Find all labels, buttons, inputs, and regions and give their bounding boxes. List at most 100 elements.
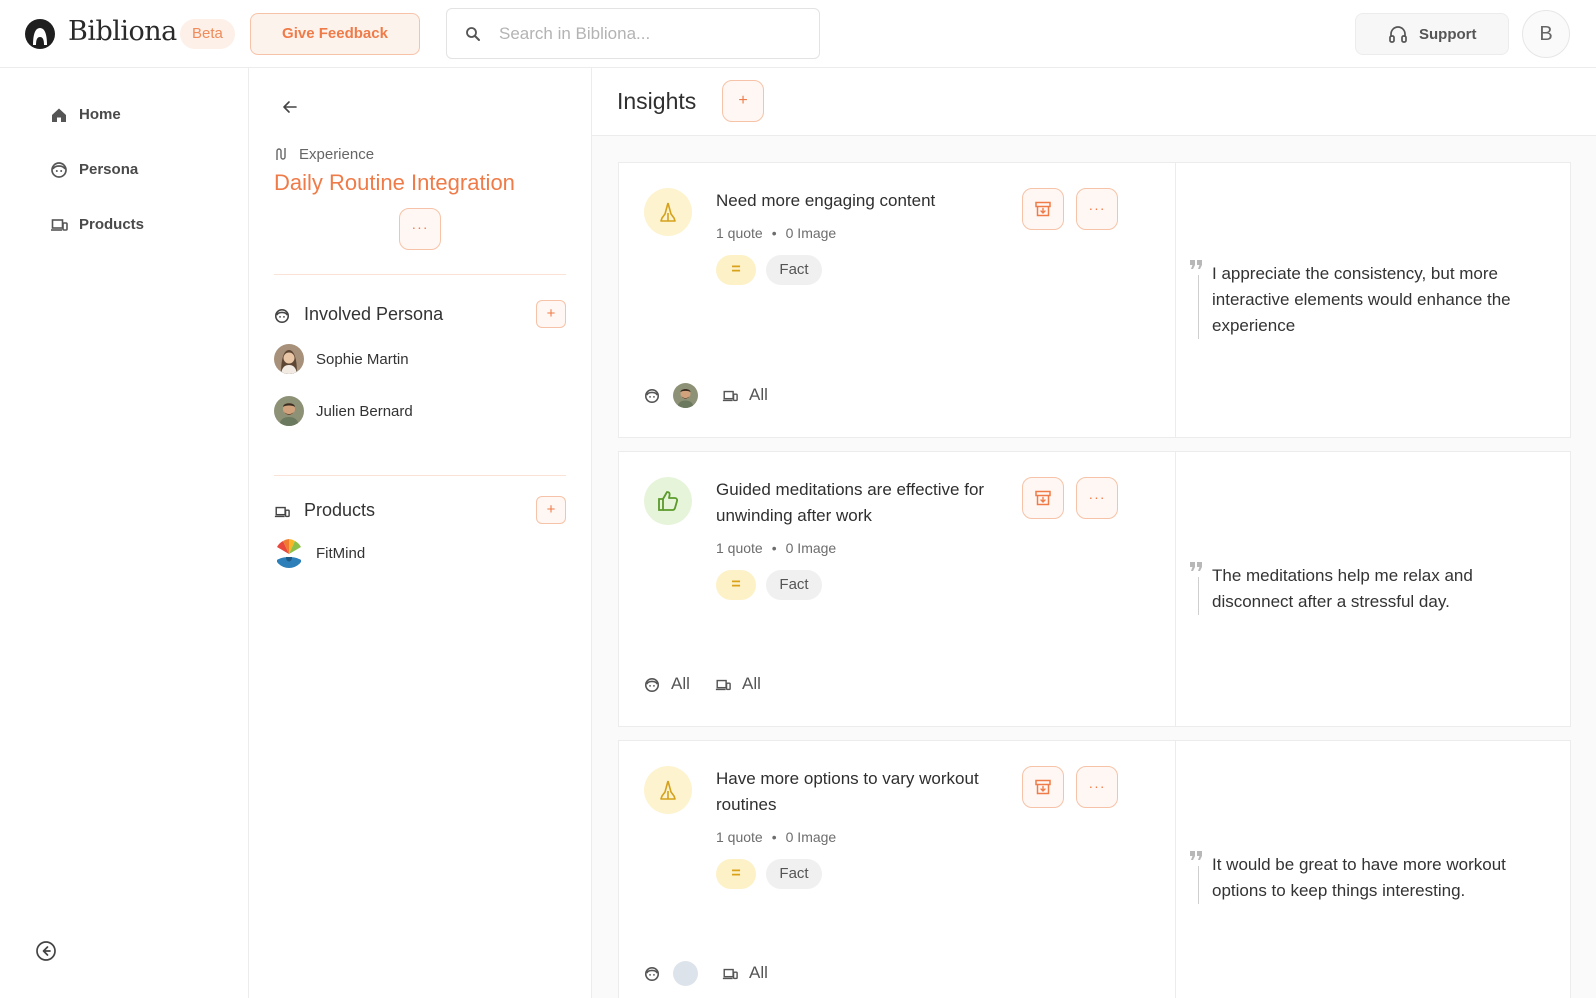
search-icon bbox=[466, 27, 480, 41]
quote-icon bbox=[1190, 562, 1202, 571]
sidebar-item-label: Home bbox=[79, 106, 121, 123]
fitmind-logo-icon bbox=[274, 538, 304, 568]
persona-icon bbox=[51, 162, 67, 178]
experience-type-label: Experience bbox=[299, 146, 375, 163]
insight-card[interactable]: Need more engaging content 1 quote • 0 Ima… bbox=[618, 162, 1571, 438]
quote-text: The meditations help me relax and discon… bbox=[1212, 566, 1473, 611]
insight-meta: 1 quote • 0 Image bbox=[716, 540, 837, 556]
product-name: FitMind bbox=[316, 545, 366, 562]
product-scope: All bbox=[742, 674, 761, 693]
sidebar-item-persona[interactable]: Persona bbox=[50, 158, 150, 182]
card-divider bbox=[1175, 452, 1176, 726]
sidebar-item-label: Products bbox=[79, 216, 145, 233]
card-more-button[interactable]: ··· bbox=[1076, 766, 1118, 808]
archive-button[interactable] bbox=[1022, 188, 1064, 230]
support-button[interactable]: Support bbox=[1355, 13, 1509, 55]
quote-icon bbox=[1190, 260, 1202, 269]
persona-scope: All bbox=[671, 674, 690, 693]
section-label: Products bbox=[304, 500, 376, 520]
tag-pill: Fact bbox=[766, 570, 822, 600]
quote-block: I appreciate the consistency, but more i… bbox=[1190, 260, 1552, 339]
insight-meta: 1 quote • 0 Image bbox=[716, 225, 837, 241]
persona-item-julien-bernard[interactable]: Julien Bernard bbox=[274, 396, 454, 428]
sentiment-pill: = bbox=[716, 570, 756, 600]
devices-icon bbox=[715, 679, 731, 691]
experience-title: Daily Routine Integration bbox=[274, 170, 515, 195]
sidebar: Home Persona Products bbox=[0, 68, 249, 998]
praying-hands-icon bbox=[660, 202, 676, 222]
user-avatar[interactable]: B bbox=[1522, 10, 1570, 58]
give-feedback-button[interactable]: Give Feedback bbox=[250, 13, 420, 55]
quote-icon bbox=[1190, 851, 1202, 860]
persona-icon bbox=[644, 966, 660, 982]
devices-icon bbox=[51, 219, 68, 231]
top-bar: Bibliona Beta Give Feedback Support B bbox=[0, 0, 1596, 68]
praying-hands-icon bbox=[660, 780, 676, 800]
quote-block: It would be great to have more workout o… bbox=[1190, 851, 1552, 904]
insights-header: Insights + bbox=[592, 68, 1596, 136]
archive-icon bbox=[1035, 490, 1051, 506]
persona-icon bbox=[274, 308, 290, 324]
insight-title: Guided meditations are effective for unw… bbox=[716, 480, 985, 525]
card-more-button[interactable]: ··· bbox=[1076, 477, 1118, 519]
quote-rule bbox=[1198, 866, 1199, 904]
sidebar-item-label: Persona bbox=[79, 161, 139, 178]
sidebar-item-home[interactable]: Home bbox=[50, 103, 140, 127]
page-title: Insights bbox=[617, 88, 697, 114]
product-scope: All bbox=[749, 385, 768, 404]
archive-button[interactable] bbox=[1022, 766, 1064, 808]
devices-icon bbox=[722, 968, 738, 980]
sidebar-item-products[interactable]: Products bbox=[50, 213, 160, 237]
quote-count: 1 quote bbox=[716, 540, 763, 556]
need-badge bbox=[644, 766, 692, 814]
tag-pill: Fact bbox=[766, 859, 822, 889]
add-persona-button[interactable]: + bbox=[536, 300, 566, 328]
avatar bbox=[274, 344, 304, 374]
insight-title: Need more engaging content bbox=[716, 191, 936, 210]
add-insight-button[interactable]: + bbox=[722, 80, 764, 122]
insight-card[interactable]: Have more options to vary workout routin… bbox=[618, 740, 1571, 998]
persona-icon bbox=[644, 388, 660, 404]
avatar bbox=[274, 396, 304, 426]
archive-button[interactable] bbox=[1022, 477, 1064, 519]
image-count: 0 Image bbox=[785, 225, 837, 241]
persona-item-sophie-martin[interactable]: Sophie Martin bbox=[274, 344, 454, 376]
divider bbox=[274, 274, 566, 275]
home-icon bbox=[52, 108, 66, 122]
section-label: Involved Persona bbox=[304, 304, 444, 324]
product-item-fitmind[interactable]: FitMind bbox=[274, 538, 424, 570]
collapse-sidebar-icon[interactable] bbox=[35, 940, 57, 962]
avatar[interactable] bbox=[673, 383, 698, 408]
avatar-placeholder[interactable] bbox=[673, 961, 698, 986]
insights-area: Insights + Need more engaging content 1 … bbox=[592, 68, 1596, 998]
card-more-button[interactable]: ··· bbox=[1076, 188, 1118, 230]
journey-icon bbox=[276, 148, 286, 160]
headset-icon bbox=[1389, 26, 1407, 43]
archive-icon bbox=[1035, 779, 1051, 795]
quote-count: 1 quote bbox=[716, 829, 763, 845]
add-product-button[interactable]: + bbox=[536, 496, 566, 524]
experience-panel: Experience Daily Routine Integration ···… bbox=[249, 68, 592, 998]
sentiment-pill: = bbox=[716, 255, 756, 285]
experience-more-button[interactable]: ··· bbox=[399, 208, 441, 250]
insight-card[interactable]: Guided meditations are effective for unw… bbox=[618, 451, 1571, 727]
search-input[interactable] bbox=[499, 17, 799, 51]
image-count: 0 Image bbox=[785, 540, 837, 556]
app-name[interactable]: Bibliona bbox=[68, 16, 177, 47]
card-divider bbox=[1175, 163, 1176, 437]
search-box bbox=[446, 8, 820, 59]
back-arrow-icon[interactable] bbox=[281, 98, 299, 116]
bibliona-logo-icon[interactable] bbox=[24, 18, 56, 50]
product-scope: All bbox=[749, 963, 768, 982]
thumbs-up-icon bbox=[658, 491, 679, 511]
devices-icon bbox=[274, 506, 290, 518]
sentiment-pill: = bbox=[716, 859, 756, 889]
support-label: Support bbox=[1419, 26, 1477, 43]
image-count: 0 Image bbox=[785, 829, 837, 845]
positive-badge bbox=[644, 477, 692, 525]
quote-rule bbox=[1198, 275, 1199, 339]
need-badge bbox=[644, 188, 692, 236]
divider bbox=[274, 475, 566, 476]
persona-icon bbox=[644, 677, 660, 693]
archive-icon bbox=[1035, 201, 1051, 217]
